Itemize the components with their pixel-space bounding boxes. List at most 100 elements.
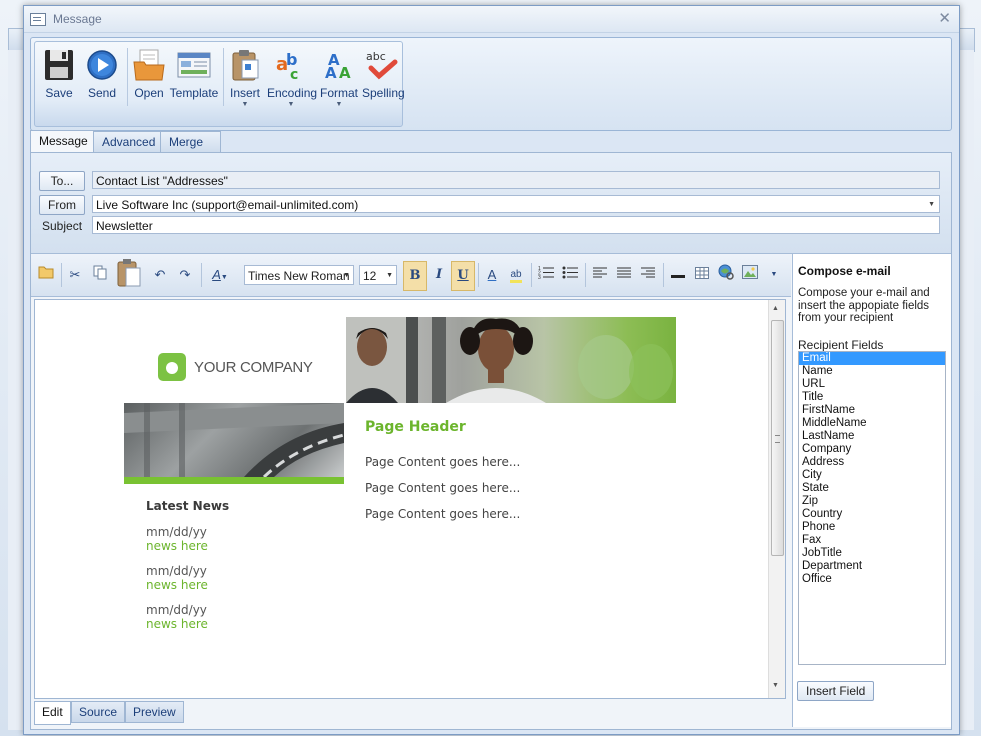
underline-button[interactable]: U — [451, 261, 475, 291]
new-document-icon[interactable] — [35, 264, 57, 286]
svg-text:c: c — [290, 67, 298, 82]
recipient-field-item[interactable]: Zip — [799, 495, 945, 508]
page-header: Page Header — [365, 419, 466, 435]
encoding-button[interactable]: abc Encoding ▼ — [267, 44, 318, 110]
undo-icon[interactable]: ↶ — [149, 264, 171, 286]
tab-source[interactable]: Source — [71, 701, 126, 723]
encoding-icon: abc — [274, 48, 308, 83]
numbered-list-icon[interactable]: 123 — [535, 264, 557, 286]
to-button[interactable]: To... — [39, 171, 85, 191]
tab-edit[interactable]: Edit — [34, 701, 71, 725]
bold-button[interactable]: B — [403, 261, 427, 291]
close-icon[interactable]: ✕ — [938, 9, 951, 27]
sidebar-description: Compose your e-mail and insert the appop… — [798, 287, 930, 324]
page-content-1: Page Content goes here... — [365, 455, 521, 469]
from-field[interactable]: Live Software Inc (support@email-unlimit… — [92, 195, 940, 213]
format-button[interactable]: AAA Format ▼ — [319, 44, 359, 110]
svg-text:A: A — [339, 64, 351, 82]
svg-text:3: 3 — [538, 275, 541, 279]
compose-sidebar: Compose e-mail Compose your e-mail and i… — [792, 254, 951, 727]
open-button[interactable]: Open — [131, 44, 167, 110]
template-label: Template — [169, 86, 219, 100]
tab-message[interactable]: Message — [30, 130, 97, 153]
spelling-button[interactable]: abc Spelling — [362, 44, 405, 110]
spelling-label: Spelling — [362, 86, 405, 100]
insert-field-button[interactable]: Insert Field — [797, 681, 875, 701]
message-window: Message ✕ Save Send Open Template Insert… — [23, 5, 960, 735]
toolbar-separator — [585, 263, 586, 287]
editor-scrollbar[interactable]: ▲ ▼ — [768, 300, 785, 698]
chevron-down-icon[interactable]: ▼ — [928, 196, 935, 214]
to-field[interactable]: Contact List "Addresses" — [92, 171, 940, 189]
save-button[interactable]: Save — [39, 44, 79, 110]
insert-button[interactable]: Insert ▼ — [227, 44, 263, 110]
recipient-field-item[interactable]: Company — [799, 443, 945, 456]
recipient-field-item[interactable]: Title — [799, 391, 945, 404]
header-photo — [346, 317, 676, 403]
tab-advanced[interactable]: Advanced — [93, 131, 165, 152]
recipient-field-item[interactable]: Phone — [799, 521, 945, 534]
recipient-field-item[interactable]: LastName — [799, 430, 945, 443]
align-left-icon[interactable] — [589, 264, 611, 286]
table-icon[interactable] — [691, 264, 713, 286]
font-color-icon[interactable]: A — [481, 264, 503, 286]
highlight-color-icon[interactable]: ab — [505, 264, 527, 286]
recipient-field-item[interactable]: Country — [799, 508, 945, 521]
page-content-2: Page Content goes here... — [365, 481, 521, 495]
tab-preview[interactable]: Preview — [125, 701, 184, 723]
paste-icon[interactable] — [115, 258, 143, 290]
font-size-value: 12 — [363, 269, 377, 283]
news-date: mm/dd/yy — [146, 603, 207, 617]
font-family-select[interactable]: Times New Roman ▼ — [244, 265, 354, 285]
scroll-thumb[interactable] — [771, 320, 784, 556]
image-icon[interactable] — [739, 264, 761, 286]
recipient-field-item[interactable]: Email — [799, 352, 945, 365]
scroll-up-icon[interactable]: ▲ — [772, 305, 779, 312]
subject-field[interactable]: Newsletter — [92, 216, 940, 234]
encoding-label: Encoding — [267, 86, 318, 100]
recipient-field-item[interactable]: FirstName — [799, 404, 945, 417]
recipient-field-item[interactable]: City — [799, 469, 945, 482]
hyperlink-icon[interactable] — [715, 264, 737, 286]
font-style-icon[interactable]: A▼ — [205, 264, 235, 286]
tab-merge-preview[interactable]: Merge Preview — [160, 131, 221, 169]
recipient-field-item[interactable]: MiddleName — [799, 417, 945, 430]
italic-button[interactable]: I — [428, 264, 450, 286]
message-panel: To... Contact List "Addresses" From Live… — [30, 152, 952, 730]
send-button[interactable]: Send — [82, 44, 122, 110]
news-link[interactable]: news here — [146, 539, 208, 553]
from-button[interactable]: From — [39, 195, 85, 215]
subject-label: Subject — [42, 219, 83, 233]
toolbar-overflow-icon[interactable]: ▼ — [763, 264, 785, 286]
recipient-field-item[interactable]: JobTitle — [799, 547, 945, 560]
recipient-field-item[interactable]: Office — [799, 573, 945, 586]
recipient-field-item[interactable]: Address — [799, 456, 945, 469]
align-center-icon[interactable] — [613, 264, 635, 286]
font-size-select[interactable]: 12 ▼ — [359, 265, 397, 285]
news-link[interactable]: news here — [146, 578, 208, 592]
template-button[interactable]: Template — [169, 44, 219, 110]
window-title: Message — [53, 12, 102, 26]
news-link[interactable]: news here — [146, 617, 208, 631]
cut-icon[interactable]: ✂ — [64, 264, 86, 286]
recipient-field-item[interactable]: State — [799, 482, 945, 495]
svg-text:A: A — [325, 64, 337, 82]
chevron-down-icon: ▼ — [287, 101, 295, 108]
copy-icon[interactable] — [89, 264, 111, 286]
recipient-fields-list[interactable]: Email Name URL Title FirstName MiddleName Last… — [798, 351, 946, 665]
horizontal-rule-icon[interactable] — [667, 264, 689, 286]
recipient-field-item[interactable]: URL — [799, 378, 945, 391]
company-name: YOUR COMPANY — [194, 359, 313, 376]
recipient-field-item[interactable]: Department — [799, 560, 945, 573]
open-folder-icon — [132, 48, 166, 82]
bullet-list-icon[interactable] — [559, 264, 581, 286]
scroll-down-icon[interactable]: ▼ — [772, 682, 779, 689]
toolbar-separator — [61, 263, 62, 287]
recipient-field-item[interactable]: Name — [799, 365, 945, 378]
html-editor[interactable]: YOUR COMPANY Page Header Page Content go… — [34, 299, 786, 699]
green-divider — [124, 477, 344, 484]
redo-icon[interactable]: ↷ — [174, 264, 196, 286]
recipient-field-item[interactable]: Fax — [799, 534, 945, 547]
recipient-fields-label: Recipient Fields — [798, 338, 884, 352]
align-right-icon[interactable] — [637, 264, 659, 286]
